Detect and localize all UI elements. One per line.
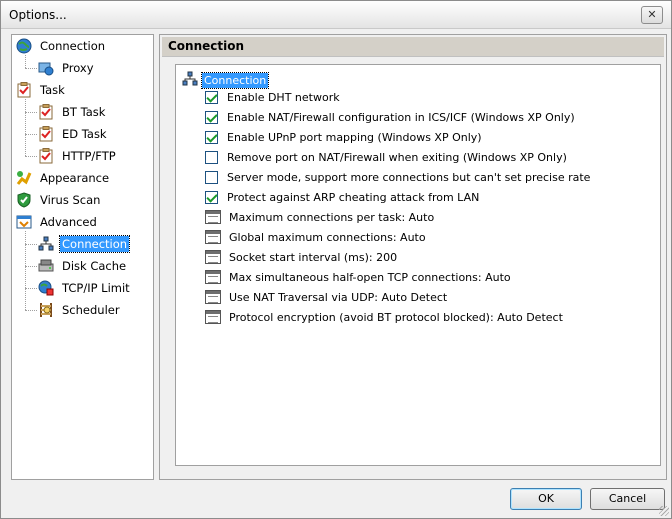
option-checkbox[interactable] [205,190,218,204]
tree-item-task[interactable]: Task [16,80,67,100]
list-option-icon [205,250,221,264]
list-option-icon [205,230,221,244]
tree-item-disk-cache[interactable]: Disk Cache [38,256,128,276]
option-checkbox[interactable] [205,130,218,144]
option-label: Server mode, support more connections bu… [227,170,591,184]
resize-grip[interactable] [659,506,669,516]
disk-icon [38,258,54,274]
option-checkbox[interactable] [205,110,218,124]
title-bar: Options... ✕ [1,1,671,29]
proxy-icon [38,60,54,76]
settings-panel: Connection Connection Enable DHT network… [159,34,667,480]
option-label: Maximum connections per task: Auto [229,210,435,224]
option-checkbox[interactable] [205,90,218,104]
tree-item-label: Virus Scan [40,193,101,207]
close-button[interactable]: ✕ [641,6,663,24]
tree-connector [25,99,26,156]
tree-item-connection[interactable]: Connection [16,36,107,56]
option-checkbox-row[interactable]: Enable UPnP port mapping (Windows XP Onl… [205,127,482,147]
option-checkbox-row[interactable]: Server mode, support more connections bu… [205,167,590,187]
options-tree: Connection Proxy Task BT Task ED Task HTTP/FT… [11,34,154,480]
tcpip-icon [38,280,54,296]
tree-item-label: Appearance [40,171,110,185]
option-checkbox[interactable] [205,150,218,164]
tree-item-label: Task [40,83,65,97]
tree-item-label: Disk Cache [62,259,127,273]
tree-connector [25,156,37,157]
panel-title: Connection [162,37,664,57]
option-label: Socket start interval (ms): 200 [229,250,398,264]
tree-item-label: TCP/IP Limit [62,281,130,295]
tree-item-connection[interactable]: Connection [38,234,131,254]
tree-connector [25,68,37,69]
globe-icon [16,38,32,54]
tree-item-scheduler[interactable]: Scheduler [38,300,122,320]
cancel-button[interactable]: Cancel [590,488,665,510]
tree-item-ed-task[interactable]: ED Task [38,124,109,144]
tree-item-virus-scan[interactable]: Virus Scan [16,190,102,210]
tree-connector [25,288,37,289]
option-checkbox-row[interactable]: Protect against ARP cheating attack from… [205,187,479,207]
tree-item-label: Scheduler [62,303,120,317]
option-value-row[interactable]: Global maximum connections: Auto [205,227,426,247]
tree-item-advanced[interactable]: Advanced [16,212,99,232]
shield-icon [16,192,32,208]
tree-item-label: Advanced [40,215,97,229]
window-title: Options... [9,8,67,22]
option-value-row[interactable]: Max simultaneous half-open TCP connectio… [205,267,511,287]
list-option-icon [205,270,221,284]
tree-connector [25,55,26,68]
option-value-row[interactable]: Use NAT Traversal via UDP: Auto Detect [205,287,447,307]
tree-item-label: ED Task [62,127,107,141]
option-label: Enable UPnP port mapping (Windows XP Onl… [227,130,482,144]
ok-button[interactable]: OK [510,488,582,510]
scheduler-icon [38,302,54,318]
tree-item-tcp-ip-limit[interactable]: TCP/IP Limit [38,278,132,298]
settings-root-label: Connection [200,72,270,89]
tree-item-bt-task[interactable]: BT Task [38,102,107,122]
option-value-row[interactable]: Socket start interval (ms): 200 [205,247,397,267]
option-label: Enable NAT/Firewall configuration in ICS… [227,110,575,124]
list-option-icon [205,290,221,304]
network-icon [182,71,198,90]
option-label: Protect against ARP cheating attack from… [227,190,480,204]
option-checkbox-row[interactable]: Remove port on NAT/Firewall when exiting… [205,147,567,167]
tree-connector [25,134,37,135]
option-value-row[interactable]: Maximum connections per task: Auto [205,207,434,227]
list-option-icon [205,310,221,324]
task-icon [16,82,32,98]
tree-item-label: Connection [40,39,106,53]
option-label: Use NAT Traversal via UDP: Auto Detect [229,290,448,304]
appearance-icon [16,170,32,186]
tree-item-label: HTTP/FTP [62,149,116,163]
option-checkbox-row[interactable]: Enable DHT network [205,87,340,107]
advanced-icon [16,214,32,230]
tree-item-label: Proxy [62,61,94,75]
tree-connector [25,112,37,113]
tree-connector [25,310,37,311]
option-value-row[interactable]: Protocol encryption (avoid BT protocol b… [205,307,563,327]
tree-connector [25,244,37,245]
tree-connector [25,231,26,310]
tree-item-label: BT Task [62,105,106,119]
option-checkbox[interactable] [205,170,218,184]
settings-list: Connection Enable DHT network Enable NAT/… [175,64,661,466]
option-label: Protocol encryption (avoid BT protocol b… [229,310,563,324]
option-label: Remove port on NAT/Firewall when exiting… [227,150,567,164]
tree-item-appearance[interactable]: Appearance [16,168,111,188]
tree-connector [25,266,37,267]
task-icon [38,148,54,164]
tree-item-http-ftp[interactable]: HTTP/FTP [38,146,118,166]
network-icon [38,236,54,252]
option-checkbox-row[interactable]: Enable NAT/Firewall configuration in ICS… [205,107,575,127]
option-label: Global maximum connections: Auto [229,230,426,244]
tree-item-proxy[interactable]: Proxy [38,58,96,78]
options-dialog: Options... ✕ Connection Proxy Task BT Task E… [0,0,672,519]
task-icon [38,126,54,142]
list-option-icon [205,210,221,224]
tree-item-label: Connection [58,235,131,253]
option-label: Enable DHT network [227,90,340,104]
option-label: Max simultaneous half-open TCP connectio… [229,270,511,284]
task-icon [38,104,54,120]
